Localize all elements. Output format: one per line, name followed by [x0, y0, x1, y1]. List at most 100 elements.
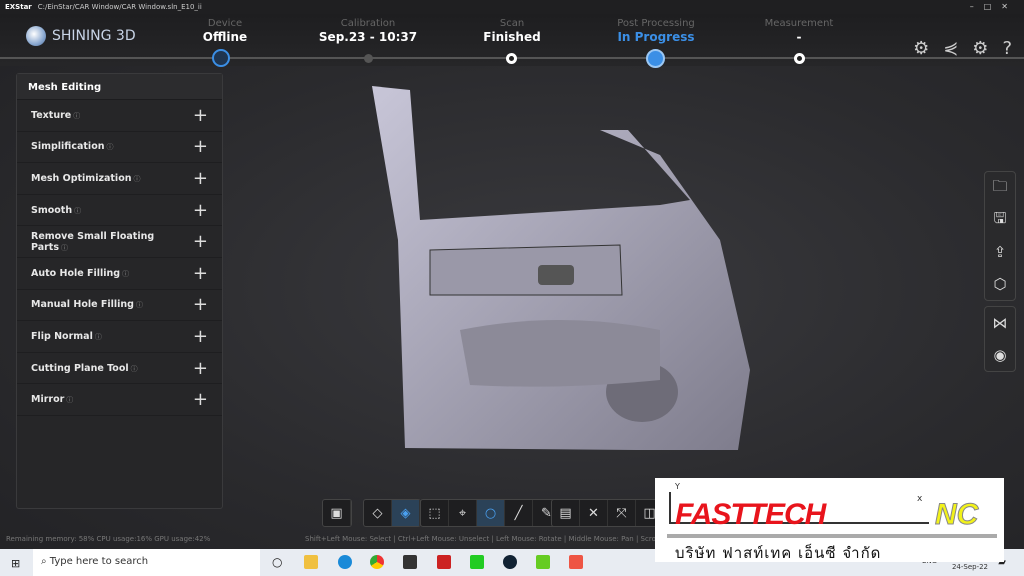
store-icon[interactable] — [403, 555, 417, 569]
select-all-icon[interactable]: ▤ — [552, 500, 580, 526]
file-explorer-icon[interactable] — [304, 555, 318, 569]
mouse-hint: Shift+Left Mouse: Select | Ctrl+Left Mou… — [305, 535, 655, 543]
exstar-icon[interactable] — [503, 555, 517, 569]
windows-start-icon[interactable]: ⊞ — [11, 557, 20, 570]
invert-icon[interactable]: ⤧ — [608, 500, 636, 526]
polygon-select-icon[interactable]: ⌖ — [449, 500, 477, 526]
camtasia-recorder-icon[interactable] — [569, 555, 583, 569]
logo-globe-icon — [26, 26, 46, 46]
panel-item-simplification[interactable]: Simplification ⓘ + — [17, 132, 222, 164]
chrome-icon[interactable] — [370, 555, 384, 569]
step-value: In Progress — [617, 30, 695, 44]
cortana-icon[interactable]: ○ — [272, 555, 282, 569]
step-label: Measurement — [764, 18, 834, 29]
step-value: - — [796, 30, 802, 44]
folder-icon[interactable]: 🗀 — [985, 172, 1015, 204]
item-label: Manual Hole Filling — [31, 299, 134, 311]
selection-tools: ⬚ ⌖ ○ ╱ ✎ — [420, 499, 562, 527]
status-bar: Remaining memory: 58% CPU usage:16% GPU … — [6, 535, 211, 543]
step-label: Calibration — [340, 18, 396, 29]
info-icon: ⓘ — [122, 269, 130, 278]
step-value: Offline — [202, 30, 248, 44]
plus-icon[interactable]: + — [193, 326, 208, 347]
share-icon[interactable]: ⋞ — [943, 38, 958, 59]
app-icon[interactable] — [437, 555, 451, 569]
app-name: EXStar — [5, 3, 32, 11]
rect-select-icon[interactable]: ⬚ — [421, 500, 449, 526]
clock-date[interactable]: 24-Sep-22 — [952, 563, 988, 571]
step-post-processing[interactable]: Post Processing In Progress — [596, 18, 716, 44]
item-label: Flip Normal — [31, 330, 93, 342]
panel-item-auto-hole-filling[interactable]: Auto Hole Filling ⓘ + — [17, 258, 222, 290]
panel-item-mesh-optimization[interactable]: Mesh Optimization ⓘ + — [17, 163, 222, 195]
item-label: Cutting Plane Tool — [31, 362, 129, 374]
plus-icon[interactable]: + — [193, 231, 208, 252]
fasttech-watermark-logo: Y x FASTTECH NC บริษัท ฟาสท์เทค เอ็นซี จ… — [655, 478, 1004, 562]
cube-icon[interactable]: ⬡ — [985, 268, 1015, 300]
step-scan[interactable]: Scan Finished — [452, 18, 572, 44]
panel-item-manual-hole-filling[interactable]: Manual Hole Filling ⓘ + — [17, 290, 222, 322]
step-dot — [364, 54, 373, 63]
panel-title: Mesh Editing — [17, 74, 222, 100]
logo: SHINING 3D — [26, 26, 136, 46]
step-measurement[interactable]: Measurement - — [739, 18, 859, 44]
company-thai-name: บริษัท ฟาสท์เทค เอ็นซี จำกัด — [675, 544, 882, 562]
plus-icon[interactable]: + — [193, 389, 208, 410]
save-icon[interactable]: 🖫 — [985, 204, 1015, 236]
camtasia-icon[interactable] — [536, 555, 550, 569]
edge-icon[interactable] — [338, 555, 352, 569]
panel-item-texture[interactable]: Texture ⓘ + — [17, 100, 222, 132]
search-placeholder: Type here to search — [49, 556, 149, 567]
new-feature-icon[interactable]: ⚙ — [913, 38, 929, 59]
plus-icon[interactable]: + — [193, 105, 208, 126]
step-calibration[interactable]: Calibration Sep.23 - 10:37 — [308, 18, 428, 44]
layers-icon[interactable]: ◇ — [364, 500, 392, 526]
select-toolbar: ◇ ◈ — [363, 499, 421, 527]
window-controls[interactable]: –□✕ — [970, 2, 1018, 11]
info-icon: ⓘ — [130, 364, 138, 373]
eye-icon[interactable]: ◉ — [985, 339, 1015, 371]
settings-icon[interactable]: ⚙ — [972, 38, 988, 59]
item-label: Auto Hole Filling — [31, 267, 121, 279]
normal-icon[interactable]: ⋈ — [985, 307, 1015, 339]
panel-item-smooth[interactable]: Smooth ⓘ + — [17, 195, 222, 227]
plus-icon[interactable]: + — [193, 263, 208, 284]
brand-suffix: NC — [934, 498, 979, 532]
line-select-icon[interactable]: ╱ — [505, 500, 533, 526]
line-icon[interactable] — [470, 555, 484, 569]
item-label: Remove Small Floating Parts — [31, 230, 155, 253]
item-label: Mesh Optimization — [31, 172, 132, 184]
edit-tools: ▤ ✕ ⤧ ◫ — [551, 499, 665, 527]
mesh-viewport-door-model[interactable] — [360, 80, 780, 460]
lasso-select-icon[interactable]: ○ — [477, 500, 505, 526]
item-label: Mirror — [31, 394, 65, 406]
file-toolbar: 🗀 🖫 ⇪ ⬡ — [984, 171, 1016, 301]
taskbar-search[interactable]: ⌕ Type here to search — [33, 549, 260, 576]
panel-item-cutting-plane[interactable]: Cutting Plane Tool ⓘ + — [17, 353, 222, 385]
refresh-icon[interactable] — [212, 49, 230, 67]
door-handle — [538, 265, 574, 285]
info-icon: ⓘ — [94, 332, 102, 341]
plus-icon[interactable]: + — [193, 358, 208, 379]
title-bar: EXStar C:/EinStar/CAR Window/CAR Window.s… — [0, 0, 1024, 14]
info-icon: ⓘ — [74, 206, 82, 215]
step-dot — [506, 53, 517, 64]
axis-y-label: Y — [675, 482, 680, 491]
plus-icon[interactable]: + — [193, 200, 208, 221]
plus-icon[interactable]: + — [193, 168, 208, 189]
through-select-icon[interactable]: ◈ — [392, 500, 420, 526]
info-icon: ⓘ — [66, 396, 74, 405]
step-label: Device — [207, 18, 243, 29]
deselect-icon[interactable]: ✕ — [580, 500, 608, 526]
plus-icon[interactable]: + — [193, 294, 208, 315]
fit-view-icon[interactable]: ▣ — [323, 500, 351, 526]
search-icon: ⌕ — [41, 556, 50, 567]
export-icon[interactable]: ⇪ — [985, 236, 1015, 268]
help-icon[interactable]: ? — [1002, 38, 1012, 59]
panel-item-mirror[interactable]: Mirror ⓘ + — [17, 384, 222, 416]
panel-item-remove-floating[interactable]: Remove Small Floating Parts ⓘ + — [17, 226, 222, 258]
panel-item-flip-normal[interactable]: Flip Normal ⓘ + — [17, 321, 222, 353]
plus-icon[interactable]: + — [193, 136, 208, 157]
info-icon: ⓘ — [61, 243, 68, 252]
step-device[interactable]: Device Offline — [165, 18, 285, 44]
